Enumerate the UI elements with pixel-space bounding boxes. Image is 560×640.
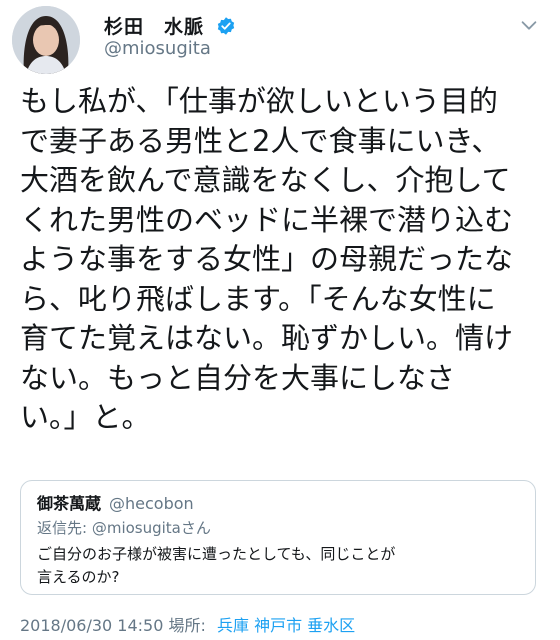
- quoted-author-name: 御茶萬蔵: [37, 494, 102, 513]
- quoted-tweet[interactable]: 御茶萬蔵 @hecobon 返信先: @miosugitaさん ご自分のお子様が被…: [20, 480, 536, 595]
- reply-to-handle[interactable]: @miosugita: [92, 519, 181, 537]
- verified-badge-icon: [217, 17, 234, 35]
- quoted-author-handle: @hecobon: [109, 494, 194, 513]
- user-handle[interactable]: @miosugita: [104, 38, 211, 59]
- location-link[interactable]: 兵庫 神戸市 垂水区: [217, 616, 355, 635]
- location-label: 場所:: [168, 616, 211, 635]
- timestamp[interactable]: 2018/06/30 14:50: [20, 616, 163, 635]
- quoted-author: 御茶萬蔵 @hecobon: [37, 490, 194, 514]
- display-name[interactable]: 杉田 水脈: [104, 12, 236, 39]
- avatar[interactable]: [12, 6, 80, 74]
- tweet-header: 杉田 水脈 @miosugita: [0, 0, 560, 86]
- tweet-footer: 2018/06/30 14:50 場所: 兵庫 神戸市 垂水区: [20, 612, 355, 636]
- avatar-image: [12, 6, 80, 74]
- chevron-down-icon[interactable]: [518, 14, 540, 36]
- reply-to-prefix: 返信先:: [37, 519, 92, 537]
- quoted-text: ご自分のお子様が被害に遭ったとしても、同じことが 言えるのか?: [37, 545, 396, 586]
- display-name-text: 杉田 水脈: [104, 16, 205, 38]
- reply-to-line: 返信先: @miosugitaさん: [37, 517, 211, 538]
- reply-to-suffix: さん: [180, 519, 211, 537]
- tweet-text: もし私が、「仕事が欲しいという目的 で妻子ある男性と2人で食事にいき、 大酒を飲…: [20, 84, 514, 434]
